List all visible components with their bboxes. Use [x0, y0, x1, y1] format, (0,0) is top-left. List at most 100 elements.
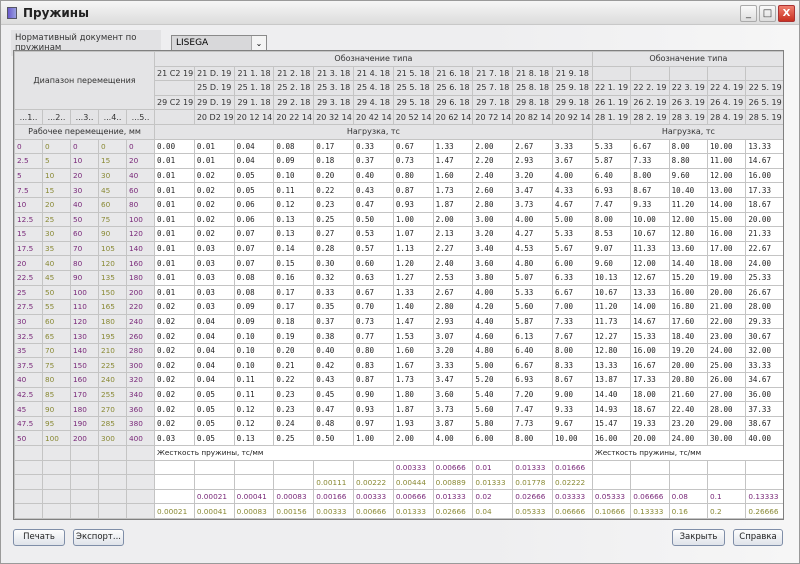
load-cell: 0.02	[154, 401, 195, 417]
load-cell: 0.05	[193, 401, 235, 417]
load-cell: 0.48	[313, 415, 355, 432]
displacement-cell: 15	[14, 226, 43, 242]
table-row: 50 100 200 300 400 0.03 0.05 0.13 0.25 0.50 1.00 2.…	[14, 430, 783, 447]
displacement-cell: 40	[70, 196, 99, 213]
type-code-cell: 26 4. 19	[706, 94, 747, 111]
load-cell: 0.93	[353, 401, 394, 417]
empty-cell	[42, 474, 71, 490]
load-cell: 0.03	[154, 430, 195, 447]
empty-cell	[14, 488, 43, 505]
type-code-cell: 25 8. 18	[512, 80, 553, 96]
load-cell: 0.04	[193, 313, 235, 330]
load-cell: 5.00	[552, 211, 593, 228]
load-cell: 10.67	[630, 226, 670, 242]
load-cell: 0.06	[233, 196, 275, 213]
load-cell: 14.93	[591, 401, 632, 417]
type-code-cell: 20 52 14	[392, 109, 434, 125]
close-window-button[interactable]: X	[778, 5, 795, 22]
maximize-button[interactable]: □	[759, 5, 776, 22]
load-cell: 0.11	[273, 182, 315, 198]
load-cell: 13.33	[630, 284, 670, 301]
load-cell: 0.50	[353, 211, 394, 228]
displacement-cell: 35	[42, 240, 71, 257]
load-cell: 0.02	[154, 342, 195, 359]
load-cell: 1.33	[432, 138, 474, 155]
empty-cell	[98, 518, 127, 519]
load-cell: 0.90	[353, 386, 394, 403]
stiffness-cell	[745, 459, 783, 476]
load-cell: 10.40	[668, 182, 709, 198]
load-cell: 0.05	[233, 182, 275, 198]
load-cell: 5.20	[472, 372, 514, 388]
load-cell: 0.12	[233, 401, 275, 417]
empty-cell	[70, 474, 99, 490]
load-cell: 6.40	[512, 342, 553, 359]
load-cell: 24.00	[745, 255, 783, 271]
displacement-cell: 20	[70, 167, 99, 184]
load-cell: 3.20	[512, 167, 553, 184]
table-row: 27.5 55 110 165 220 0.02 0.03 0.09 0.17 0.35 0.70 1…	[14, 299, 783, 315]
minimize-button[interactable]: _	[740, 5, 757, 22]
load-cell: 0.77	[353, 328, 394, 344]
type-code-cell: 21 4. 18	[353, 65, 394, 82]
stiffness-cell: 0.01333	[392, 503, 434, 519]
displacement-cell: 20	[42, 196, 71, 213]
load-cell: 0.01	[154, 255, 195, 271]
help-button[interactable]: Справка	[733, 529, 783, 546]
range-col-header: ...2..	[42, 109, 71, 125]
type-code-cell: 20 92 14	[552, 109, 593, 125]
load-cell: 4.00	[552, 167, 593, 184]
load-cell: 0.47	[313, 401, 355, 417]
empty-cell	[42, 503, 71, 519]
load-cell: 19.33	[630, 415, 670, 432]
stiffness-cell: 0.02222	[552, 474, 593, 490]
stiffness-cell: 0.2	[706, 503, 747, 519]
load-cell: 24.00	[706, 342, 747, 359]
load-cell: 3.80	[472, 269, 514, 286]
chevron-down-icon[interactable]: ⌄	[251, 35, 266, 51]
stiffness-cell: 0.00333	[273, 518, 315, 519]
load-cell: 9.07	[591, 240, 632, 257]
displacement-cell: 85	[42, 386, 71, 403]
load-cell: 0.60	[353, 255, 394, 271]
stiffness-cell	[706, 474, 747, 490]
close-button[interactable]: Закрыть	[672, 529, 725, 546]
displacement-cell: 120	[98, 255, 127, 271]
range-col-header: ...5..	[125, 109, 156, 125]
table-row: 37.5 75 150 225 300 0.02 0.04 0.10 0.21 0.42 0.83 1…	[14, 357, 783, 374]
load-cell: 7.33	[630, 153, 670, 169]
load-cell: 8.33	[552, 357, 593, 374]
load-cell: 6.00	[552, 255, 593, 271]
load-cell: 0.13	[273, 226, 315, 242]
load-cell: 0.05	[193, 430, 235, 447]
load-cell: 17.60	[668, 313, 709, 330]
type-code-cell: 21 5. 18	[392, 65, 434, 82]
print-button[interactable]: Печать	[13, 529, 65, 546]
empty-cell	[125, 518, 156, 519]
load-cell: 5.00	[472, 357, 514, 374]
load-cell: 5.33	[591, 138, 632, 155]
load-cell: 0.02	[154, 313, 195, 330]
load-cell: 0.43	[353, 182, 394, 198]
load-cell: 0.13	[233, 430, 275, 447]
export-button[interactable]: Экспорт...	[73, 529, 124, 546]
load-cell: 6.40	[591, 167, 632, 184]
empty-cell	[14, 459, 43, 476]
normative-doc-select[interactable]: LISEGA ⌄	[171, 34, 267, 52]
table-row: 40 80 160 240 320 0.02 0.04 0.11 0.22 0.43 0.87 1.7…	[14, 372, 783, 388]
load-cell: 5.33	[512, 284, 553, 301]
table-row: 17.5 35 70 105 140 0.01 0.03 0.07 0.14 0.28 0.57 1.…	[14, 240, 783, 257]
stiffness-cell: 0.08	[472, 518, 514, 519]
stiffness-header-row: Жесткость пружины, тс/мм Жесткость пружин…	[14, 445, 783, 461]
displacement-cell: 165	[98, 299, 127, 315]
stiffness-cell: 0.00083	[273, 488, 315, 505]
load-cell: 0.05	[233, 167, 275, 184]
displacement-cell: 120	[70, 313, 99, 330]
load-cell: 6.93	[512, 372, 553, 388]
displacement-cell: 65	[42, 328, 71, 344]
displacement-cell: 120	[125, 226, 156, 242]
displacement-cell: 190	[70, 415, 99, 432]
stiffness-cell	[630, 459, 670, 476]
load-cell: 1.93	[392, 415, 434, 432]
load-cell: 3.67	[552, 153, 593, 169]
